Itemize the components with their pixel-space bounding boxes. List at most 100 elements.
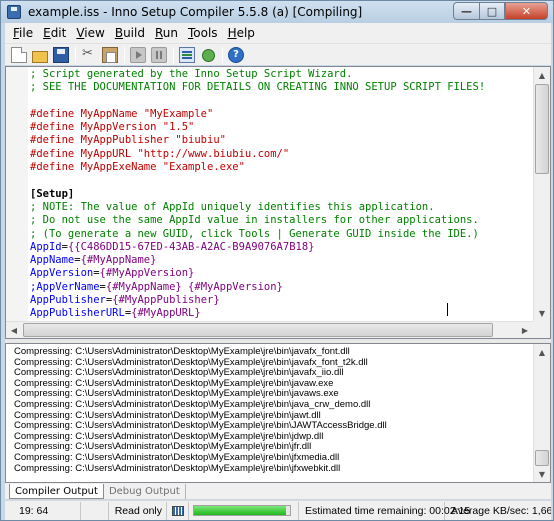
code-line: #define MyAppExeName "Example.exe" (30, 161, 533, 174)
menu-edit-accel: E (43, 26, 51, 40)
scroll-down-icon[interactable]: ▼ (534, 466, 550, 482)
code-text: ; Do not use the same AppId value in ins… (30, 214, 479, 227)
output-line: Compressing: C:\Users\Administrator\Desk… (14, 462, 341, 474)
menu-build[interactable]: Build (111, 26, 151, 40)
window-title: example.iss - Inno Setup Compiler 5.5.8 … (28, 5, 363, 19)
save-icon[interactable] (53, 46, 69, 63)
menu-build-accel: B (114, 26, 124, 40)
code-line: AppPublisher={#MyAppPublisher} (30, 294, 533, 307)
code-line (30, 174, 533, 187)
compile-icon[interactable] (179, 46, 195, 63)
code-text: #define MyAppVersion "1.5" (30, 121, 195, 134)
code-line: #define MyAppURL "http://www.biubiu.com/… (30, 148, 533, 161)
code-line: #define MyAppPublisher "biubiu" (30, 134, 533, 147)
help-icon[interactable]: ? (228, 46, 244, 63)
menu-tools-label: ools (193, 26, 218, 40)
menu-view[interactable]: View (72, 26, 110, 40)
editor-gutter (6, 67, 28, 321)
output-line: Compressing: C:\Users\Administrator\Desk… (14, 347, 350, 357)
code-line: ; (To generate a new GUID, click Tools |… (30, 228, 533, 241)
inno-setup-icon (6, 4, 22, 20)
menu-run-accel: R (154, 26, 163, 40)
average-speed: Average KB/sec: 1,66: (451, 504, 551, 517)
toolbar-separator (75, 46, 76, 63)
code-key: ;AppVerName (30, 280, 100, 293)
tab-debug-output[interactable]: Debug Output (104, 484, 186, 499)
menu-help-label: elp (236, 26, 255, 40)
editor-horizontal-scrollbar[interactable]: ◀ ▶ (6, 321, 533, 338)
code-text: #define MyAppExeName "Example.exe" (30, 161, 245, 174)
close-icon: ✕ (521, 4, 532, 18)
pause-icon[interactable] (151, 46, 167, 63)
scroll-down-icon[interactable]: ▼ (534, 305, 550, 321)
code-line: #define MyAppName "MyExample" (30, 108, 533, 121)
menu-help[interactable]: Help (224, 26, 261, 40)
toolbar: ? (5, 43, 551, 65)
text-cursor (447, 303, 448, 316)
output-vertical-scrollbar[interactable]: ▲ ▼ (533, 344, 550, 482)
run-icon[interactable] (130, 46, 146, 63)
code-line: ; SEE THE DOCUMENTATION FOR DETAILS ON C… (30, 81, 533, 94)
script-editor[interactable]: ; Script generated by the Inno Setup Scr… (5, 66, 551, 339)
menu-edit-label: dit (50, 26, 67, 40)
menu-run[interactable]: Run (151, 26, 184, 40)
code-text: [Setup] (30, 187, 75, 200)
code-line: ; Script generated by the Inno Setup Scr… (30, 68, 533, 81)
code-line: ; Do not use the same AppId value in ins… (30, 214, 533, 227)
output-line: Compressing: C:\Users\Administrator\Desk… (14, 451, 340, 463)
close-button[interactable]: ✕ (505, 2, 548, 20)
code-key: AppId (30, 240, 62, 253)
code-value: {#MyAppURL} (131, 307, 201, 320)
code-line: AppName={#MyAppName} (30, 254, 533, 267)
new-file-icon[interactable] (11, 46, 27, 63)
status-mode: Read only (109, 501, 167, 520)
maximize-button[interactable]: □ (479, 2, 505, 20)
code-value: {#MyAppVersion} (99, 267, 195, 280)
editor-vscroll-thumb[interactable] (535, 84, 549, 174)
scroll-up-icon[interactable]: ▲ (534, 344, 550, 360)
maximize-icon: □ (486, 4, 498, 18)
code-text: ; (To generate a new GUID, click Tools |… (30, 227, 479, 240)
compiler-output-panel[interactable]: Compressing: C:\Users\Administrator\Desk… (5, 343, 551, 483)
paste-icon[interactable] (102, 46, 118, 63)
menu-edit[interactable]: Edit (39, 26, 72, 40)
title-bar[interactable]: example.iss - Inno Setup Compiler 5.5.8 … (1, 1, 553, 23)
code-value: {{C486DD15-67ED-43AB-A2AC-B9A9076A7B18} (67, 240, 315, 253)
code-text: ; NOTE: The value of AppId uniquely iden… (30, 200, 435, 213)
menu-build-label: uild (123, 26, 145, 40)
code-area[interactable]: ; Script generated by the Inno Setup Scr… (30, 68, 533, 320)
scroll-right-icon[interactable]: ▶ (517, 322, 533, 338)
output-lines: Compressing: C:\Users\Administrator\Desk… (14, 347, 529, 474)
code-line: [Setup] (30, 188, 533, 201)
toolbar-separator (124, 46, 125, 63)
output-tabs: Compiler Output Debug Output (5, 483, 551, 499)
code-line: AppVersion={#MyAppVersion} (30, 267, 533, 280)
menu-tools[interactable]: Tools (184, 26, 224, 40)
scroll-up-icon[interactable]: ▲ (534, 67, 550, 83)
compile-progress-icon (167, 501, 189, 520)
code-text: ; SEE THE DOCUMENTATION FOR DETAILS ON C… (30, 81, 486, 94)
minimize-button[interactable]: — (453, 2, 479, 20)
code-key: AppVersion (30, 267, 94, 280)
cut-icon[interactable] (81, 46, 97, 63)
code-text: #define MyAppURL "http://www.biubiu.com/… (30, 147, 290, 160)
menu-run-label: un (162, 26, 178, 40)
editor-vertical-scrollbar[interactable]: ▲ ▼ (533, 67, 550, 321)
menu-file-label: ile (19, 26, 34, 40)
status-modified (81, 501, 109, 520)
code-line: #define MyAppVersion "1.5" (30, 121, 533, 134)
code-value: {#MyAppPublisher} (112, 294, 220, 307)
output-vscroll-thumb[interactable] (535, 450, 549, 466)
code-line: ; NOTE: The value of AppId uniquely iden… (30, 201, 533, 214)
menu-bar: File Edit View Build Run Tools Help (5, 23, 551, 43)
editor-hscroll-thumb[interactable] (23, 323, 493, 337)
toolbar-separator (222, 46, 223, 63)
code-line: AppId={{C486DD15-67ED-43AB-A2AC-B9A9076A… (30, 241, 533, 254)
menu-file[interactable]: File (9, 26, 39, 40)
open-folder-icon[interactable] (32, 50, 48, 63)
code-text: ; Script generated by the Inno Setup Scr… (30, 68, 353, 80)
scroll-left-icon[interactable]: ◀ (6, 322, 22, 338)
tab-compiler-output[interactable]: Compiler Output (9, 484, 104, 499)
wizard-icon[interactable] (200, 47, 216, 63)
